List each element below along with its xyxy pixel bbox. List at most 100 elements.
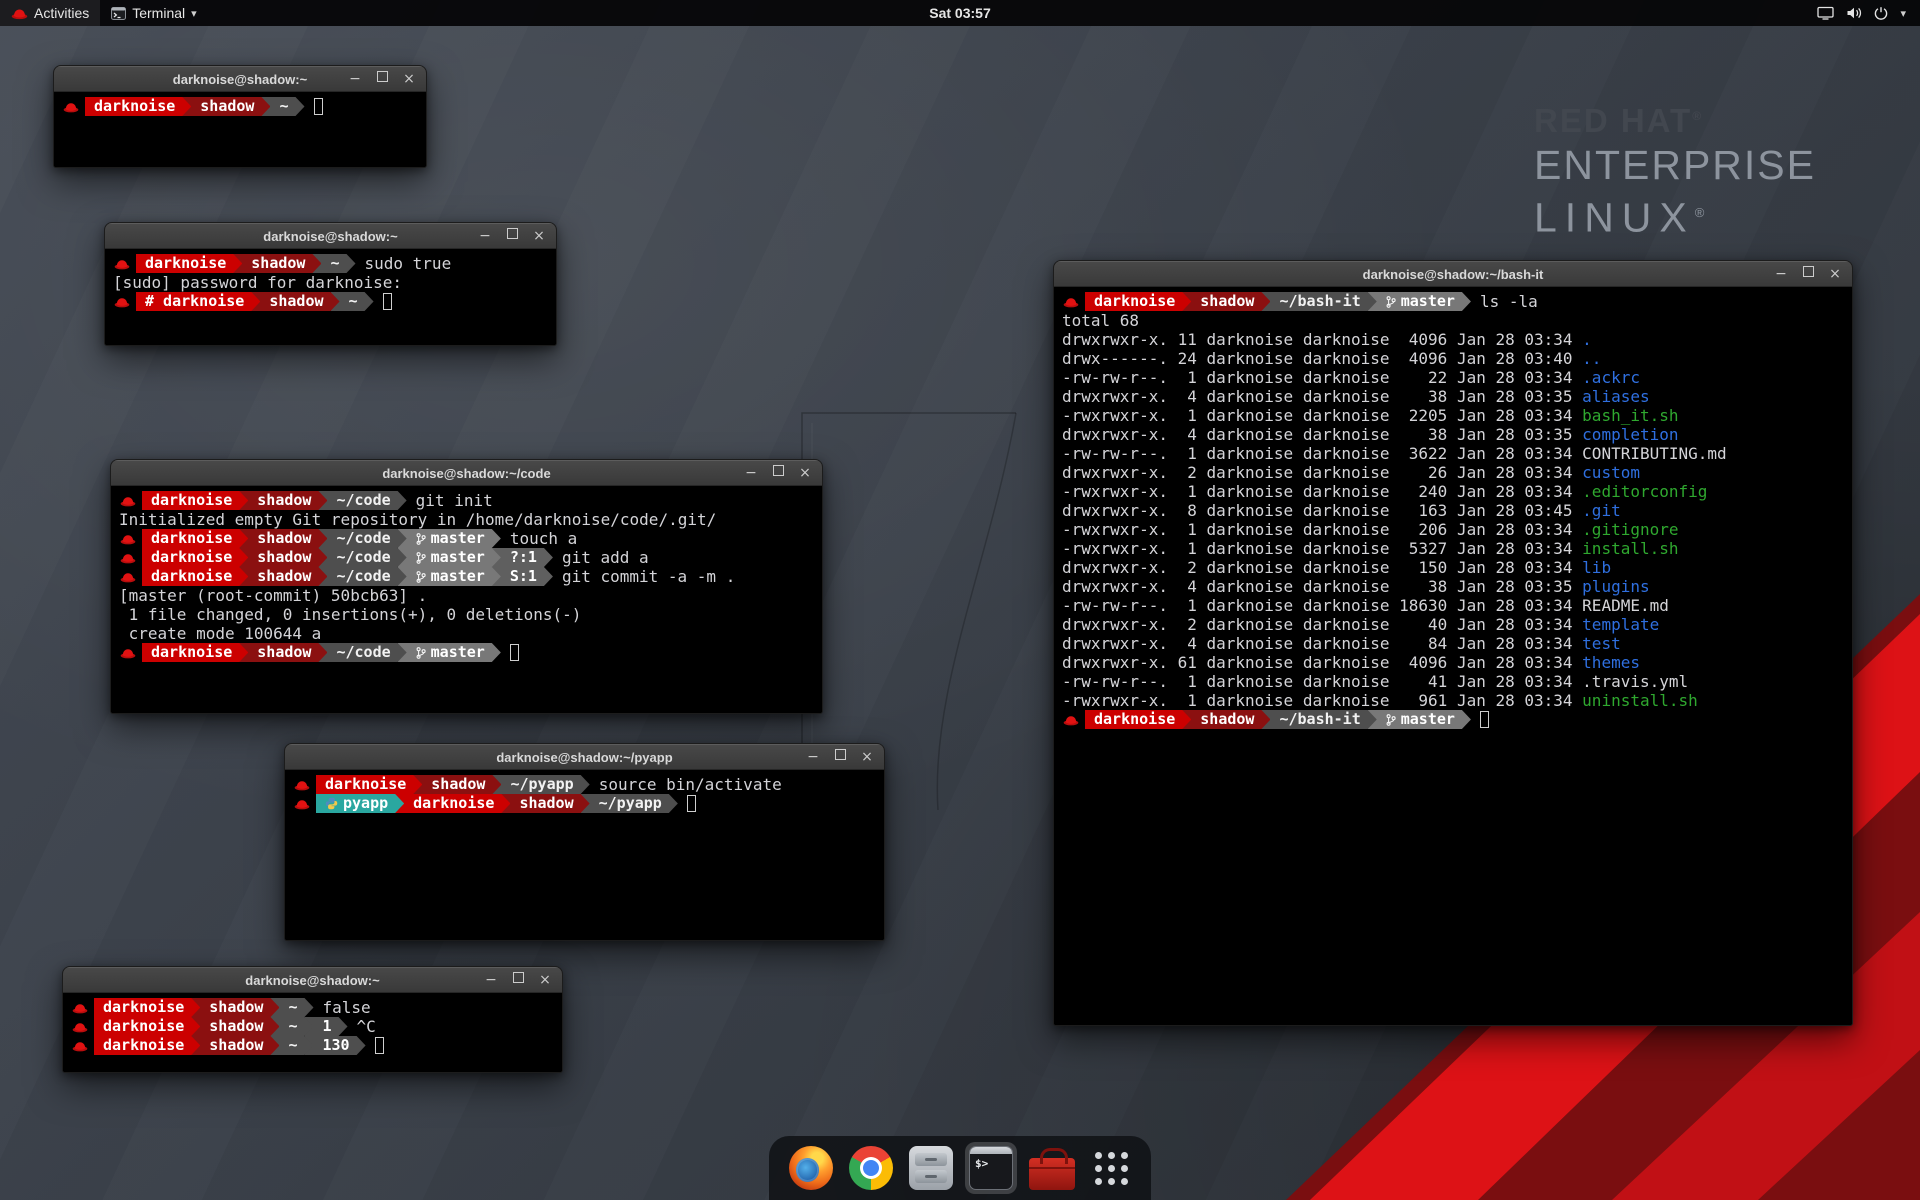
prompt-line: darknoiseshadow~130 <box>71 1036 554 1055</box>
maximize-button[interactable] <box>834 744 846 770</box>
output-text: [sudo] password for darknoise: <box>113 273 402 292</box>
command-text: ^C <box>357 1017 376 1036</box>
dock-toolbox[interactable] <box>1025 1143 1079 1194</box>
dock-terminal[interactable] <box>965 1142 1017 1194</box>
maximize-button[interactable] <box>376 66 388 92</box>
branch-icon <box>416 551 426 565</box>
redhat-icon <box>63 101 79 113</box>
terminal-window-code[interactable]: darknoise@shadow:~/code − × darknoisesha… <box>110 459 823 714</box>
prompt-segment-path: ~/pyapp <box>492 775 589 794</box>
prompt-segment-user: darknoise <box>94 998 200 1017</box>
prompt-segment-user: darknoise <box>94 1036 200 1055</box>
minimize-button[interactable]: − <box>485 967 497 993</box>
redhat-icon <box>120 571 136 583</box>
minimize-button[interactable]: − <box>1775 261 1787 287</box>
dock-chrome[interactable] <box>845 1142 897 1194</box>
prompt-line: darknoiseshadow~sudo true <box>113 254 548 273</box>
terminal-window-pyapp[interactable]: darknoise@shadow:~/pyapp − × darknoisesh… <box>284 743 885 941</box>
redhat-icon <box>294 798 310 810</box>
terminal-content[interactable]: darknoiseshadow~/bash-itmasterls -latota… <box>1054 287 1852 1025</box>
output-text: README.md <box>1582 596 1669 615</box>
output-line: drwxrwxr-x. 2 darknoise darknoise 150 Ja… <box>1062 558 1844 577</box>
prompt-segment-user: darknoise <box>142 567 248 586</box>
command-text: touch a <box>510 529 577 548</box>
terminal-content[interactable]: darknoiseshadow~falsedarknoiseshadow~1^C… <box>63 993 562 1072</box>
titlebar[interactable]: darknoise@shadow:~/bash-it − × <box>1054 261 1852 287</box>
redhat-icon <box>120 552 136 564</box>
terminal-content[interactable]: darknoiseshadow~/codegit initInitialized… <box>111 486 822 713</box>
minimize-button[interactable]: − <box>479 223 491 249</box>
prompt-segment-user: darknoise <box>142 643 248 662</box>
titlebar[interactable]: darknoise@shadow:~/pyapp − × <box>285 744 884 770</box>
minimize-button[interactable]: − <box>349 66 361 92</box>
prompt-segment-git: master <box>398 548 501 567</box>
close-button[interactable]: × <box>861 744 873 770</box>
maximize-button[interactable] <box>772 460 784 486</box>
clock[interactable]: Sat 03:57 <box>0 5 1920 21</box>
terminal-window-sudo[interactable]: darknoise@shadow:~ − × darknoiseshadow~s… <box>104 222 557 346</box>
filename-dir: custom <box>1582 463 1640 482</box>
output-text: -rw-rw-r--. 1 darknoise darknoise 22 Jan… <box>1062 368 1582 387</box>
prompt-line: darknoiseshadow~/codegit init <box>119 491 814 510</box>
terminal-cursor[interactable] <box>375 1037 384 1054</box>
minimize-button[interactable]: − <box>807 744 819 770</box>
filename-exec: .editorconfig <box>1582 482 1707 501</box>
minimize-button[interactable]: − <box>745 460 757 486</box>
output-text: -rwxrwxr-x. 1 darknoise darknoise 2205 J… <box>1062 406 1582 425</box>
filename-dir: plugins <box>1582 577 1649 596</box>
close-button[interactable]: × <box>533 223 545 249</box>
output-text: -rw-rw-r--. 1 darknoise darknoise 18630 … <box>1062 596 1582 615</box>
output-line: drwxrwxr-x. 4 darknoise darknoise 38 Jan… <box>1062 425 1844 444</box>
terminal-cursor[interactable] <box>383 293 392 310</box>
branch-icon <box>1386 713 1396 727</box>
output-text: drwx------. 24 darknoise darknoise 4096 … <box>1062 349 1582 368</box>
maximize-button[interactable] <box>1802 261 1814 287</box>
terminal-cursor[interactable] <box>314 98 323 115</box>
titlebar[interactable]: darknoise@shadow:~ − × <box>54 66 426 92</box>
output-text: drwxrwxr-x. 2 darknoise darknoise 40 Jan… <box>1062 615 1582 634</box>
dock-app-grid[interactable] <box>1087 1144 1135 1192</box>
output-text: [master (root-commit) 50bcb63] . <box>119 586 427 605</box>
titlebar[interactable]: darknoise@shadow:~/code − × <box>111 460 822 486</box>
python-icon <box>325 797 338 810</box>
command-text: ls -la <box>1480 292 1538 311</box>
maximize-button[interactable] <box>506 223 518 249</box>
system-menu[interactable]: ▾ <box>1803 0 1920 26</box>
output-line: -rw-rw-r--. 1 darknoise darknoise 18630 … <box>1062 596 1844 615</box>
output-line: total 68 <box>1062 311 1844 330</box>
prompt-segment-host: shadow <box>233 254 321 273</box>
dock-files[interactable] <box>905 1142 957 1194</box>
redhat-icon <box>114 258 130 270</box>
output-text: -rwxrwxr-x. 1 darknoise darknoise 240 Ja… <box>1062 482 1582 501</box>
terminal-window-exit-codes[interactable]: darknoise@shadow:~ − × darknoiseshadow~f… <box>62 966 563 1073</box>
maximize-button[interactable] <box>512 967 524 993</box>
prompt-segment-path: ~/code <box>318 643 406 662</box>
output-line: drwxrwxr-x. 2 darknoise darknoise 26 Jan… <box>1062 463 1844 482</box>
redhat-icon <box>72 1002 88 1014</box>
files-icon <box>909 1146 953 1190</box>
prompt-segment-host: shadow <box>191 1036 279 1055</box>
terminal-window-home-small[interactable]: darknoise@shadow:~ − × darknoiseshadow~ <box>53 65 427 168</box>
close-button[interactable]: × <box>539 967 551 993</box>
window-title: darknoise@shadow:~/bash-it <box>1054 267 1852 282</box>
output-line: drwxrwxr-x. 11 darknoise darknoise 4096 … <box>1062 330 1844 349</box>
terminal-window-bash-it[interactable]: darknoise@shadow:~/bash-it − × darknoise… <box>1053 260 1853 1026</box>
close-button[interactable]: × <box>1829 261 1841 287</box>
titlebar[interactable]: darknoise@shadow:~ − × <box>105 223 556 249</box>
titlebar[interactable]: darknoise@shadow:~ − × <box>63 967 562 993</box>
terminal-cursor[interactable] <box>510 644 519 661</box>
terminal-cursor[interactable] <box>687 795 696 812</box>
prompt-segment-user: darknoise <box>395 794 510 813</box>
dock-firefox[interactable] <box>785 1142 837 1194</box>
output-text: -rw-rw-r--. 1 darknoise darknoise 41 Jan… <box>1062 672 1582 691</box>
terminal-content[interactable]: darknoiseshadow~/pyappsource bin/activat… <box>285 770 884 940</box>
terminal-cursor[interactable] <box>1480 711 1489 728</box>
terminal-content[interactable]: darknoiseshadow~sudo true[sudo] password… <box>105 249 556 345</box>
filename-exec: uninstall.sh <box>1582 691 1698 710</box>
filename-dir: template <box>1582 615 1659 634</box>
terminal-content[interactable]: darknoiseshadow~ <box>54 92 426 167</box>
close-button[interactable]: × <box>799 460 811 486</box>
output-line: -rwxrwxr-x. 1 darknoise darknoise 961 Ja… <box>1062 691 1844 710</box>
close-button[interactable]: × <box>403 66 415 92</box>
output-line: -rwxrwxr-x. 1 darknoise darknoise 206 Ja… <box>1062 520 1844 539</box>
